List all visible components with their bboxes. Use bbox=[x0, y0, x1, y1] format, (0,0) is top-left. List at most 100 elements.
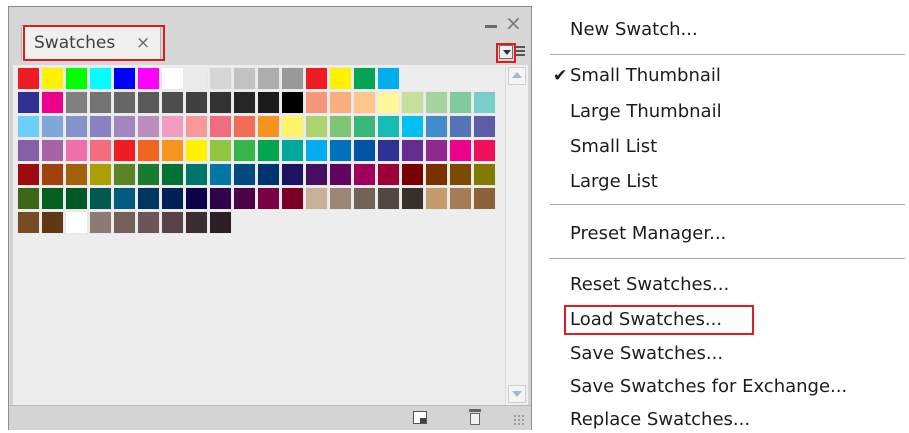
color-swatch[interactable] bbox=[233, 187, 256, 210]
color-swatch[interactable] bbox=[113, 163, 136, 186]
color-swatch[interactable] bbox=[401, 139, 424, 162]
color-swatch[interactable] bbox=[113, 67, 136, 90]
color-swatch[interactable] bbox=[449, 115, 472, 138]
color-swatch[interactable] bbox=[89, 67, 112, 90]
color-swatch[interactable] bbox=[209, 187, 232, 210]
color-swatch[interactable] bbox=[113, 91, 136, 114]
color-swatch[interactable] bbox=[65, 163, 88, 186]
color-swatch[interactable] bbox=[137, 139, 160, 162]
menu-item-replace-swatches[interactable]: Replace Swatches... bbox=[570, 409, 750, 430]
color-swatch[interactable] bbox=[233, 139, 256, 162]
color-swatch[interactable] bbox=[161, 163, 184, 186]
color-swatch[interactable] bbox=[209, 91, 232, 114]
color-swatch[interactable] bbox=[281, 139, 304, 162]
color-swatch[interactable] bbox=[41, 139, 64, 162]
minimize-icon[interactable] bbox=[485, 15, 499, 28]
color-swatch[interactable] bbox=[281, 67, 304, 90]
color-swatch[interactable] bbox=[329, 91, 352, 114]
color-swatch[interactable] bbox=[281, 91, 304, 114]
color-swatch[interactable] bbox=[233, 67, 256, 90]
color-swatch[interactable] bbox=[65, 187, 88, 210]
menu-item-new-swatch[interactable]: New Swatch... bbox=[570, 19, 698, 40]
color-swatch[interactable] bbox=[377, 115, 400, 138]
color-swatch[interactable] bbox=[353, 91, 376, 114]
color-swatch[interactable] bbox=[281, 115, 304, 138]
menu-item-small-thumbnail[interactable]: Small Thumbnail bbox=[570, 65, 721, 86]
menu-item-large-list[interactable]: Large List bbox=[570, 171, 658, 192]
color-swatch[interactable] bbox=[65, 139, 88, 162]
menu-item-preset-manager[interactable]: Preset Manager... bbox=[570, 223, 726, 244]
color-swatch[interactable] bbox=[473, 187, 496, 210]
color-swatch[interactable] bbox=[329, 67, 352, 90]
resize-grip-icon[interactable] bbox=[513, 414, 525, 426]
scroll-up-arrow-icon[interactable] bbox=[508, 67, 526, 85]
color-swatch[interactable] bbox=[473, 115, 496, 138]
color-swatch[interactable] bbox=[353, 163, 376, 186]
tab-swatches[interactable]: Swatches × bbox=[21, 25, 161, 61]
color-swatch[interactable] bbox=[329, 187, 352, 210]
color-swatch[interactable] bbox=[41, 211, 64, 234]
color-swatch[interactable] bbox=[257, 115, 280, 138]
color-swatch[interactable] bbox=[425, 187, 448, 210]
vertical-scrollbar[interactable] bbox=[505, 65, 528, 405]
color-swatch[interactable] bbox=[377, 163, 400, 186]
color-swatch[interactable] bbox=[113, 139, 136, 162]
menu-item-small-list[interactable]: Small List bbox=[570, 136, 657, 157]
color-swatch[interactable] bbox=[257, 139, 280, 162]
color-swatch[interactable] bbox=[257, 187, 280, 210]
color-swatch[interactable] bbox=[17, 163, 40, 186]
color-swatch[interactable] bbox=[257, 67, 280, 90]
color-swatch[interactable] bbox=[113, 211, 136, 234]
color-swatch[interactable] bbox=[305, 139, 328, 162]
color-swatch[interactable] bbox=[161, 187, 184, 210]
color-swatch[interactable] bbox=[161, 115, 184, 138]
color-swatch[interactable] bbox=[185, 115, 208, 138]
color-swatch[interactable] bbox=[41, 187, 64, 210]
color-swatch[interactable] bbox=[209, 115, 232, 138]
color-swatch[interactable] bbox=[17, 139, 40, 162]
color-swatch[interactable] bbox=[449, 187, 472, 210]
color-swatch[interactable] bbox=[353, 67, 376, 90]
color-swatch[interactable] bbox=[473, 163, 496, 186]
color-swatch[interactable] bbox=[425, 115, 448, 138]
color-swatch[interactable] bbox=[401, 115, 424, 138]
color-swatch[interactable] bbox=[233, 115, 256, 138]
color-swatch[interactable] bbox=[377, 139, 400, 162]
color-swatch[interactable] bbox=[185, 67, 208, 90]
color-swatch[interactable] bbox=[185, 163, 208, 186]
color-swatch[interactable] bbox=[17, 67, 40, 90]
color-swatch[interactable] bbox=[137, 115, 160, 138]
color-swatch[interactable] bbox=[281, 163, 304, 186]
color-swatch[interactable] bbox=[113, 115, 136, 138]
color-swatch[interactable] bbox=[17, 187, 40, 210]
color-swatch[interactable] bbox=[41, 163, 64, 186]
color-swatch[interactable] bbox=[329, 115, 352, 138]
color-swatch[interactable] bbox=[233, 163, 256, 186]
color-swatch[interactable] bbox=[305, 91, 328, 114]
color-swatch[interactable] bbox=[305, 67, 328, 90]
color-swatch[interactable] bbox=[137, 91, 160, 114]
close-icon[interactable]: × bbox=[505, 13, 522, 33]
color-swatch[interactable] bbox=[233, 91, 256, 114]
color-swatch[interactable] bbox=[17, 115, 40, 138]
color-swatch[interactable] bbox=[137, 187, 160, 210]
color-swatch[interactable] bbox=[209, 211, 232, 234]
color-swatch[interactable] bbox=[425, 163, 448, 186]
color-swatch[interactable] bbox=[89, 211, 112, 234]
color-swatch[interactable] bbox=[161, 139, 184, 162]
menu-item-large-thumbnail[interactable]: Large Thumbnail bbox=[570, 101, 722, 122]
color-swatch[interactable] bbox=[401, 187, 424, 210]
color-swatch[interactable] bbox=[329, 163, 352, 186]
color-swatch[interactable] bbox=[425, 91, 448, 114]
color-swatch[interactable] bbox=[185, 187, 208, 210]
new-swatch-icon[interactable] bbox=[413, 411, 427, 424]
color-swatch[interactable] bbox=[353, 115, 376, 138]
color-swatch[interactable] bbox=[329, 139, 352, 162]
color-swatch[interactable] bbox=[473, 139, 496, 162]
color-swatch[interactable] bbox=[65, 91, 88, 114]
color-swatch[interactable] bbox=[17, 211, 40, 234]
color-swatch[interactable] bbox=[41, 67, 64, 90]
color-swatch[interactable] bbox=[209, 139, 232, 162]
color-swatch[interactable] bbox=[305, 115, 328, 138]
color-swatch[interactable] bbox=[185, 211, 208, 234]
